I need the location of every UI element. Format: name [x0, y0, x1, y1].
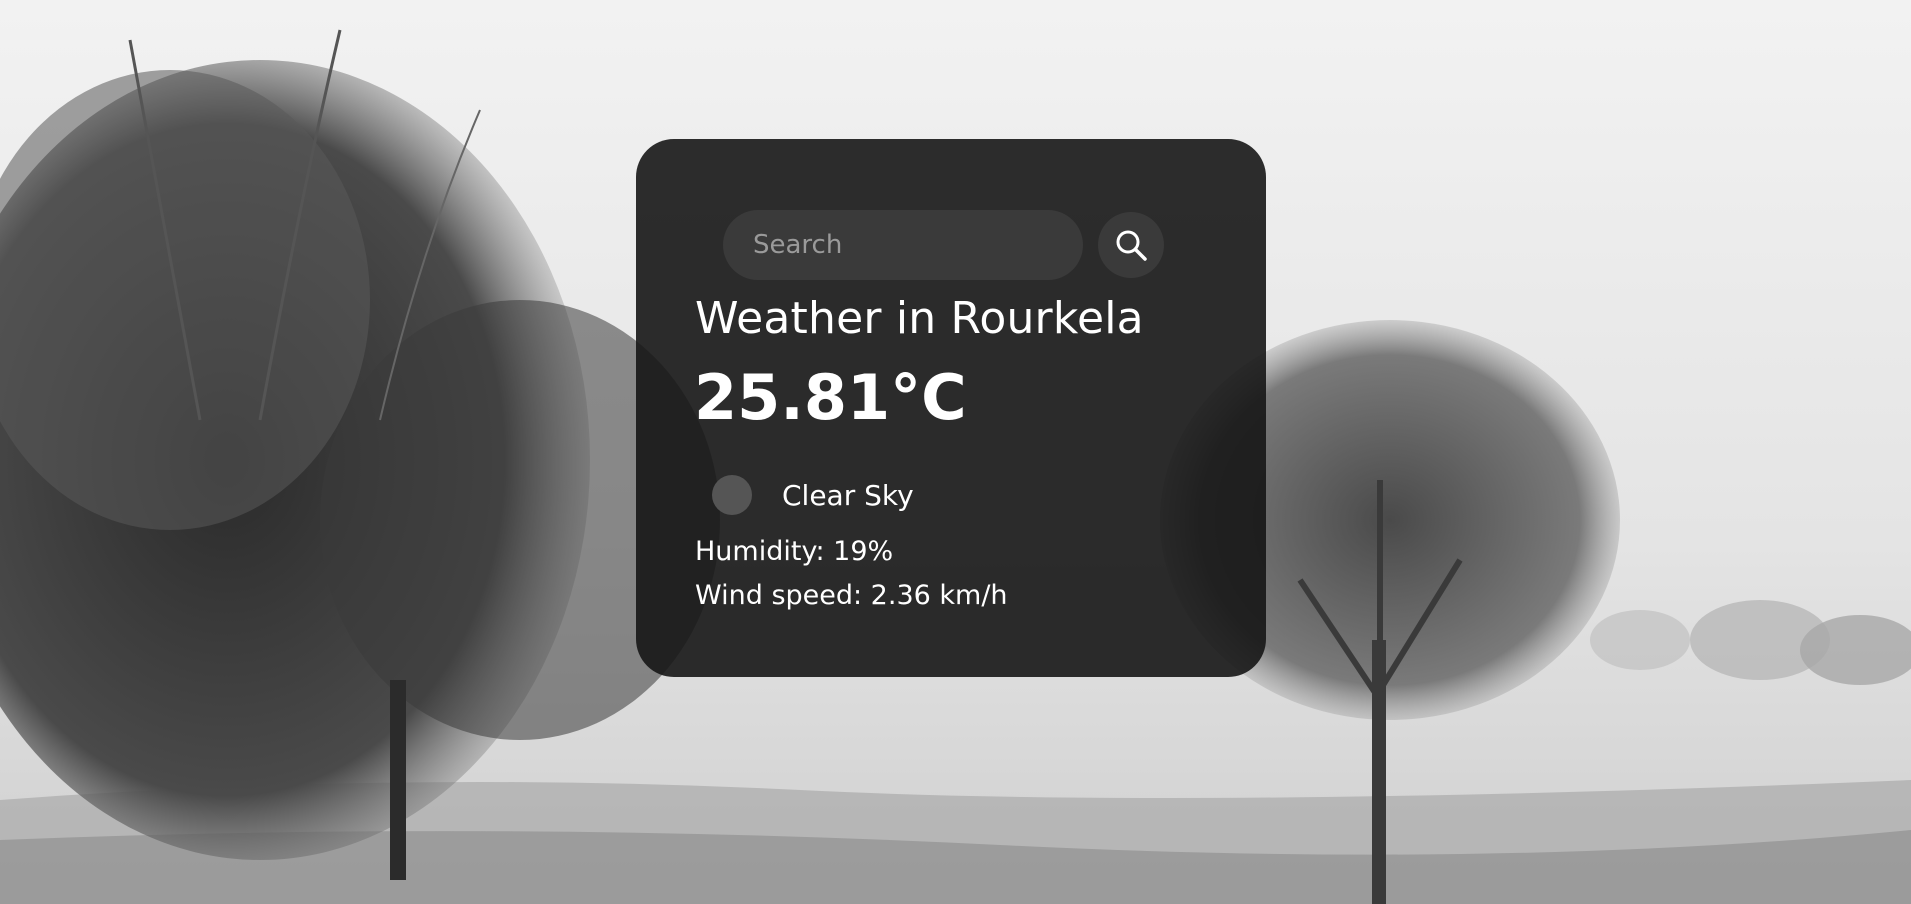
condition-description: Clear Sky [782, 478, 914, 512]
search-icon [1116, 230, 1147, 261]
weather-condition: Clear Sky [712, 475, 914, 515]
city-title: Weather in Rourkela [695, 293, 1144, 344]
weather-card: Weather in Rourkela 25.81°C Clear Sky Hu… [636, 139, 1266, 677]
search-button[interactable] [1098, 212, 1164, 278]
weather-condition-icon [712, 475, 752, 515]
humidity-label: Humidity: 19% [695, 536, 894, 567]
search-bar [723, 210, 1164, 280]
temperature: 25.81°C [694, 361, 967, 434]
search-input[interactable] [723, 210, 1083, 280]
wind-speed-label: Wind speed: 2.36 km/h [695, 580, 1008, 611]
